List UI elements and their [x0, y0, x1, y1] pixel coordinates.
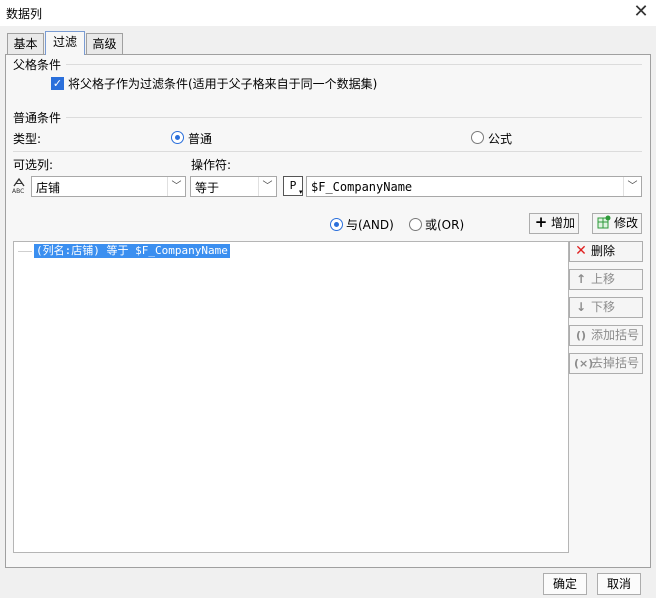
- tab-label: 基本: [13, 37, 38, 51]
- add-button[interactable]: + 增加: [529, 213, 579, 234]
- operator-select-value: 等于: [195, 181, 220, 195]
- arrow-up-icon: ↑: [575, 272, 587, 286]
- edit-grid-icon: [597, 214, 611, 233]
- remove-bracket-button[interactable]: (×)去掉括号: [569, 353, 643, 374]
- arrow-down-icon: ↓: [575, 300, 587, 314]
- parent-condition-section-label: 父格条件: [13, 58, 62, 72]
- list-item[interactable]: (列名:店铺) 等于 $F_CompanyName: [34, 244, 230, 258]
- normal-condition-section-label: 普通条件: [13, 111, 62, 125]
- type-formula-label: 公式: [488, 132, 513, 146]
- svg-text:ABC: ABC: [12, 188, 24, 195]
- tab-label: 过滤: [52, 35, 77, 49]
- column-select[interactable]: 店铺 ﹀: [31, 176, 186, 197]
- window-title: 数据列: [6, 7, 43, 21]
- column-label: 可选列:: [13, 158, 54, 172]
- modify-button-label: 修改: [614, 216, 639, 230]
- tree-connector: [18, 251, 32, 252]
- tab-basic[interactable]: 基本: [7, 33, 44, 55]
- add-button-label: 增加: [551, 216, 576, 230]
- value-type-badge: P: [289, 179, 297, 192]
- divider: [66, 117, 642, 118]
- move-up-button-label: 上移: [591, 272, 616, 286]
- condition-list[interactable]: (列名:店铺) 等于 $F_CompanyName: [13, 241, 569, 553]
- operator-label: 操作符:: [191, 158, 232, 172]
- cancel-button-label: 取消: [606, 577, 631, 591]
- dropdown-dot-icon: ▾: [299, 188, 303, 196]
- title-bar: [0, 0, 656, 26]
- value-input[interactable]: $F_CompanyName ﹀: [306, 176, 642, 197]
- type-formula-radio[interactable]: [471, 131, 484, 144]
- chevron-down-icon[interactable]: ﹀: [258, 177, 276, 196]
- delete-button-label: 删除: [591, 244, 616, 258]
- divider: [13, 151, 642, 152]
- chevron-down-icon[interactable]: ﹀: [623, 177, 641, 196]
- logic-and-radio[interactable]: [330, 218, 343, 231]
- close-icon[interactable]: ✕: [628, 0, 654, 24]
- chevron-down-icon[interactable]: ﹀: [167, 177, 185, 196]
- logic-and-label: 与(AND): [346, 218, 394, 232]
- type-normal-radio[interactable]: [171, 131, 184, 144]
- delete-button[interactable]: ✕ 删除: [569, 241, 643, 262]
- plus-icon: +: [534, 213, 548, 231]
- abc-text-icon: ABC: [11, 177, 31, 195]
- divider: [66, 64, 642, 65]
- parent-filter-checkbox-label: 将父格子作为过滤条件(适用于父子格来自于同一个数据集): [68, 77, 378, 91]
- type-label: 类型:: [13, 132, 42, 146]
- cancel-button[interactable]: 取消: [597, 573, 641, 595]
- type-normal-label: 普通: [188, 132, 213, 146]
- move-down-button-label: 下移: [591, 300, 616, 314]
- red-x-icon: ✕: [575, 243, 587, 259]
- tab-label: 高级: [92, 37, 117, 51]
- tab-filter[interactable]: 过滤: [45, 31, 85, 55]
- remove-bracket-button-label: 去掉括号: [591, 356, 640, 370]
- ok-button-label: 确定: [552, 577, 577, 591]
- logic-or-label: 或(OR): [425, 218, 465, 232]
- operator-select[interactable]: 等于 ﹀: [190, 176, 277, 197]
- column-select-value: 店铺: [36, 181, 61, 195]
- parentheses-icon: (): [575, 329, 587, 342]
- parent-filter-checkbox[interactable]: ✓: [51, 77, 64, 90]
- move-up-button[interactable]: ↑ 上移: [569, 269, 643, 290]
- add-bracket-button[interactable]: () 添加括号: [569, 325, 643, 346]
- add-bracket-button-label: 添加括号: [591, 328, 640, 342]
- value-input-text: $F_CompanyName: [311, 180, 413, 194]
- logic-or-radio[interactable]: [409, 218, 422, 231]
- tab-advanced[interactable]: 高级: [86, 33, 123, 55]
- modify-button[interactable]: 修改: [592, 213, 642, 234]
- parentheses-remove-icon: (×): [574, 357, 594, 370]
- move-down-button[interactable]: ↓ 下移: [569, 297, 643, 318]
- ok-button[interactable]: 确定: [543, 573, 587, 595]
